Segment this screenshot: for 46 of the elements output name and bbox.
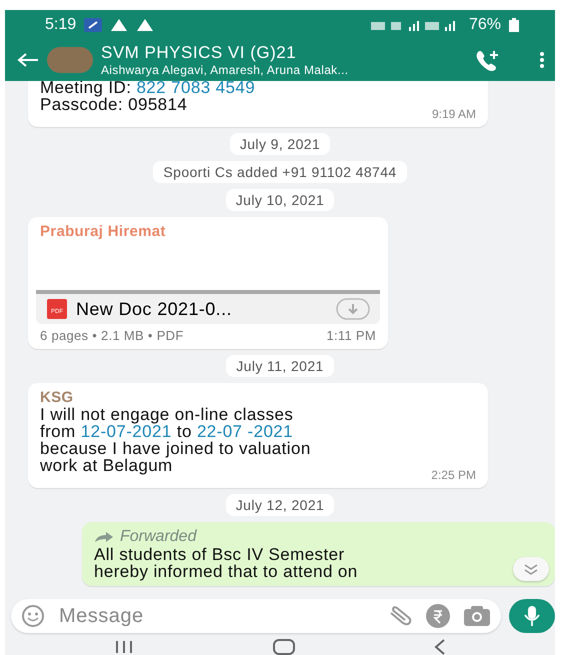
link[interactable]: 822 7083 4549 [136, 81, 256, 98]
date-divider: July 12, 2021 [226, 494, 334, 516]
link[interactable]: 22-07 -2021 [196, 422, 294, 442]
chat-title[interactable]: SVM PHYSICS VI (G)21 [101, 43, 467, 64]
rupee-icon[interactable] [425, 604, 451, 628]
microphone-icon [524, 605, 540, 628]
emoji-icon[interactable] [21, 604, 45, 628]
message-text: from 12-07-2021 to 22-07 -2021 [40, 423, 294, 440]
download-icon[interactable] [336, 298, 370, 320]
message-text: hereby informed that to attend on [94, 563, 358, 580]
message-text: work at Belagum [40, 457, 173, 474]
link[interactable]: 12-07-2021 [80, 422, 172, 442]
microphone-button[interactable] [509, 599, 555, 634]
battery-level: 76% [468, 16, 501, 34]
forwarded-label: Forwarded [120, 528, 196, 546]
system-message: Spoorti Cs added +91 91102 48744 [153, 161, 407, 184]
message-time: 2:25 PM [430, 468, 476, 482]
message-text: Meeting ID: 822 7083 4549 [40, 81, 256, 96]
back-arrow-icon[interactable] [17, 52, 39, 68]
participants-list: Aishwarya Alegavi, Amaresh, Aruna Malak... [101, 63, 467, 78]
back-icon[interactable] [434, 639, 446, 655]
file-details: 6 pages • 2.1 MB • PDF [40, 328, 184, 344]
message-text: I will not engage on-line classes [40, 406, 294, 424]
message-time: 9:19 AM [430, 107, 476, 122]
date-divider: July 10, 2021 [226, 189, 334, 212]
warning-icon [136, 18, 154, 32]
camera-icon[interactable] [463, 605, 491, 628]
home-icon[interactable] [272, 639, 295, 655]
recent-apps-icon[interactable] [114, 640, 134, 654]
forward-arrow-icon [94, 531, 114, 544]
date-divider: July 9, 2021 [230, 133, 330, 156]
message-time: 1:11 PM [326, 328, 376, 344]
sender-name: Praburaj Hiremat [40, 223, 167, 240]
file-name: New Doc 2021-0... [76, 298, 233, 320]
more-options-icon[interactable] [539, 51, 545, 70]
message-text: Passcode: 095814 [40, 96, 188, 114]
warning-icon [110, 18, 128, 32]
battery-icon [509, 18, 519, 32]
add-call-icon[interactable] [475, 49, 501, 72]
clock: 5:19 [45, 16, 76, 34]
message-text: All students of Bsc IV Semester [94, 546, 344, 564]
message-text: because I have joined to valuation [40, 440, 311, 458]
message-field[interactable]: Message [11, 599, 501, 634]
message-input[interactable]: Message [57, 604, 375, 629]
date-divider: July 11, 2021 [226, 355, 334, 378]
sender-name: KSG [40, 389, 74, 406]
